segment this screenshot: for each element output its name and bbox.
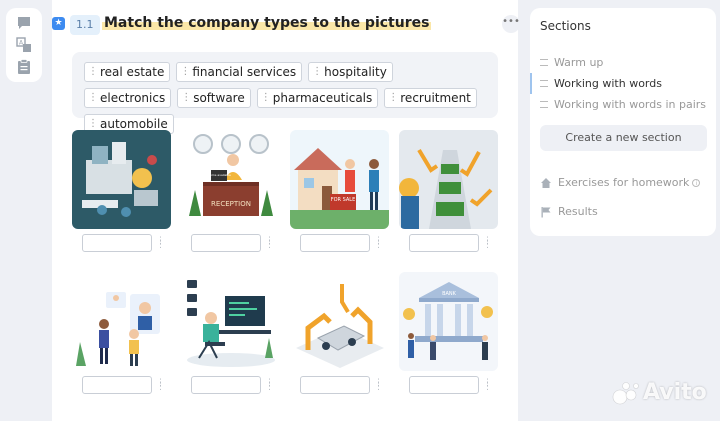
drag-handle-icon: ⋮ [88,66,98,77]
answer-row: ⋮ ⋮ [82,376,165,394]
word-chip[interactable]: ⋮ software [177,88,251,108]
word-label: software [193,91,245,105]
reception-sign-text: RECEPTION [211,200,251,208]
sections-title: Sections [540,19,591,33]
hotel-reception-image: RECEPTION rooms available [181,130,280,229]
word-label: electronics [100,91,166,105]
section-label: Working with words [554,77,662,90]
flag-icon [540,206,552,218]
drag-handle-icon[interactable]: ⋮ ⋮ [483,379,492,392]
exercise-header: ★ 1.1 Match the company types to the pic… [52,14,518,36]
bank-sign-text: BANK [442,291,457,297]
translate-icon[interactable]: A [15,36,33,54]
answer-drop-zone[interactable] [82,376,152,394]
software-developer-image [181,272,280,371]
recruitment-candidates-image [72,272,171,371]
rooms-board-text: rooms available [207,173,231,177]
results-link[interactable]: Results [540,205,598,218]
answer-drop-zone[interactable] [82,234,152,252]
picture-card: ⋮ ⋮ [72,272,171,394]
picture-card: ⋮ ⋮ [181,272,280,394]
drag-handle-icon[interactable]: ⋮ ⋮ [265,237,274,250]
section-item-working-in-pairs[interactable]: Working with words in pairs [530,94,716,115]
star-icon[interactable]: ★ [52,17,65,30]
exercise-panel: ★ 1.1 Match the company types to the pic… [52,0,520,421]
menu-lines-icon [540,80,548,87]
drag-handle-icon: ⋮ [88,92,98,103]
drag-handle-icon[interactable]: ⋮ ⋮ [483,237,492,250]
picture-card: ⋮ ⋮ [399,130,498,252]
word-chip[interactable]: ⋮ real estate [84,62,171,82]
drag-handle-icon: ⋮ [312,66,322,77]
drag-handle-icon: ⋮ [181,92,191,103]
drag-handle-icon[interactable]: ⋮ ⋮ [156,237,165,250]
answer-row: ⋮ ⋮ [409,376,492,394]
section-item-warm-up[interactable]: Warm up [530,52,716,73]
exercise-title: Match the company types to the pictures [102,15,432,31]
watermark-text: Avito [643,380,707,405]
homework-link[interactable]: Exercises for homework i [540,176,701,189]
menu-lines-icon [540,59,548,66]
homework-label: Exercises for homework [558,176,690,189]
answer-row: ⋮ ⋮ [409,234,492,252]
electronics-assembly-image [399,130,498,229]
home-icon [540,177,552,189]
pharmaceutical-factory-image [72,130,171,229]
word-chip[interactable]: ⋮ electronics [84,88,172,108]
clipboard-icon[interactable] [15,58,33,76]
create-section-button[interactable]: Create a new section [540,125,707,151]
picture-card: ⋮ ⋮ [72,130,171,252]
word-label: financial services [192,65,297,79]
word-bank: ⋮ real estate ⋮ financial services ⋮ hospit… [72,52,498,134]
answer-row: ⋮ ⋮ [191,376,274,394]
word-label: recruitment [400,91,471,105]
picture-card: FOR SALE ⋮ ⋮ [290,130,389,252]
section-label: Warm up [554,56,604,69]
word-label: hospitality [324,65,387,79]
picture-card: BANK ⋮ ⋮ [399,272,498,394]
sections-sidebar: Sections Warm up Working with words Work… [530,8,716,236]
bank-building-image: BANK [399,272,498,371]
answer-drop-zone[interactable] [191,234,261,252]
menu-lines-icon [540,101,548,108]
more-options-button[interactable]: ••• [502,15,520,33]
word-chip[interactable]: ⋮ pharmaceuticals [256,88,379,108]
answer-drop-zone[interactable] [409,234,479,252]
answer-row: ⋮ ⋮ [191,234,274,252]
answer-drop-zone[interactable] [300,234,370,252]
info-icon[interactable]: i [692,178,701,187]
picture-card: ⋮ ⋮ [290,272,389,394]
tool-rail: A [6,8,42,82]
word-label: real estate [100,65,165,79]
section-item-working-with-words[interactable]: Working with words [530,73,716,94]
drag-handle-icon[interactable]: ⋮ ⋮ [374,237,383,250]
picture-card: RECEPTION rooms available ⋮ ⋮ [181,130,280,252]
sections-list: Warm up Working with words Working with … [530,52,716,115]
drag-handle-icon[interactable]: ⋮ ⋮ [374,379,383,392]
drag-handle-icon[interactable]: ⋮ ⋮ [156,379,165,392]
section-label: Working with words in pairs [554,98,707,111]
comment-icon[interactable] [15,14,33,32]
word-chip[interactable]: ⋮ financial services [176,62,303,82]
car-assembly-image [290,272,389,371]
word-label: pharmaceuticals [272,91,373,105]
word-chip[interactable]: ⋮ recruitment [384,88,477,108]
avito-watermark: Avito [612,380,707,405]
answer-drop-zone[interactable] [191,376,261,394]
avito-logo-icon [612,381,639,404]
drag-handle-icon: ⋮ [180,66,190,77]
answer-row: ⋮ ⋮ [300,376,383,394]
drag-handle-icon[interactable]: ⋮ ⋮ [265,379,274,392]
results-label: Results [558,205,598,218]
word-chip[interactable]: ⋮ hospitality [308,62,393,82]
answer-row: ⋮ ⋮ [300,234,383,252]
house-for-sale-image: FOR SALE [290,130,389,229]
drag-handle-icon: ⋮ [388,92,398,103]
answer-drop-zone[interactable] [409,376,479,394]
exercise-number: 1.1 [70,15,100,35]
for-sale-sign-text: FOR SALE [331,197,356,203]
drag-handle-icon: ⋮ [260,92,271,103]
answer-drop-zone[interactable] [300,376,370,394]
answer-row: ⋮ ⋮ [82,234,165,252]
